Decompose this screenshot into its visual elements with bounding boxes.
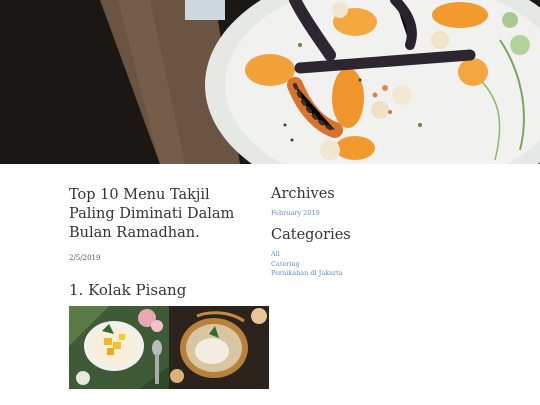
categories-title: Categories <box>271 227 351 243</box>
post-date: 2/5/2019 <box>69 254 101 262</box>
post-title[interactable]: Top 10 Menu Takjil Paling Diminati Dalam… <box>69 186 254 243</box>
category-link-pernikahan[interactable]: Pernikahan di Jakarta <box>271 269 343 278</box>
category-link-catering[interactable]: Catering <box>271 260 300 269</box>
section-heading: 1. Kolak Pisang <box>69 281 187 299</box>
category-link-all[interactable]: All <box>271 250 280 259</box>
hero-food-image <box>0 0 540 164</box>
archives-title: Archives <box>271 186 335 202</box>
archive-link-february-2019[interactable]: February 2019 <box>271 209 320 218</box>
kolak-pisang-image <box>69 306 269 389</box>
